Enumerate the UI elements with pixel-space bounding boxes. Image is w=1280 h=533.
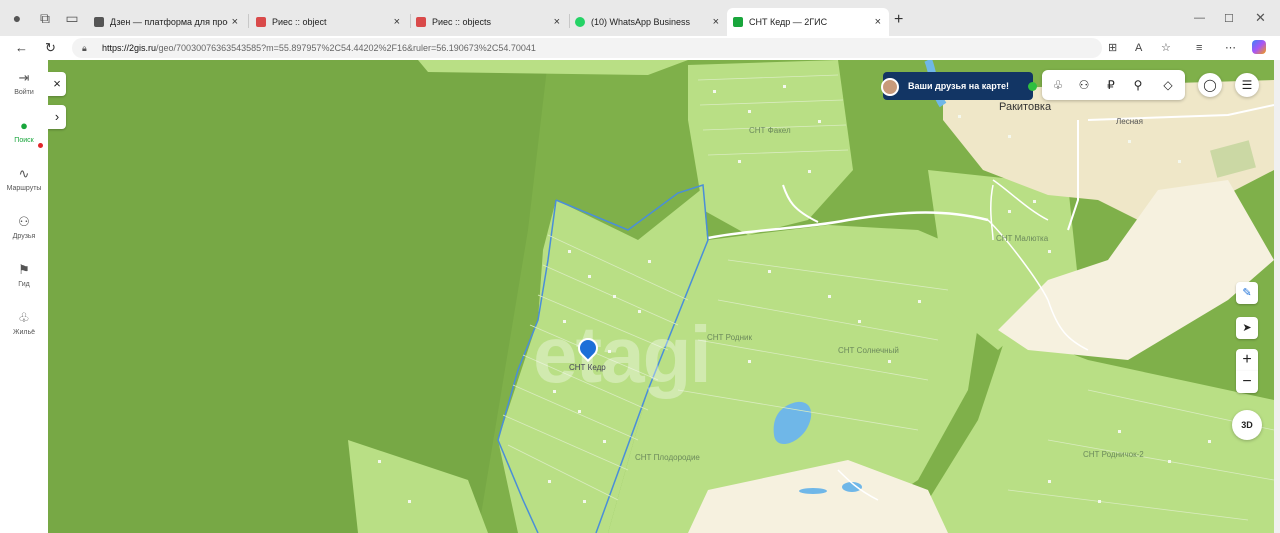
lock-icon: 🔒︎ [82, 43, 87, 53]
label-snt-fakel: СНТ Факел [749, 126, 791, 135]
login-icon: ⇥ [18, 70, 30, 85]
sidebar-item-label: Друзья [12, 233, 36, 240]
housing-tree-icon: ♧ [18, 310, 30, 325]
label-snt-rodnik: СНТ Родник [707, 333, 752, 342]
tab-title: Дзен — платформа для просмо [110, 17, 228, 27]
tab-0[interactable]: Дзен — платформа для просмо × [88, 8, 246, 36]
zoom-out-button[interactable]: − [1236, 371, 1258, 393]
tab-title: Риес :: object [272, 17, 327, 27]
routes-icon: ∿ [18, 166, 30, 181]
notification-dot [38, 143, 43, 148]
maximize-icon[interactable]: ☐ [1224, 12, 1234, 25]
friends-banner-text: Ваши друзья на карте! [908, 81, 1010, 91]
tree-icon[interactable]: ♧ [1048, 76, 1068, 94]
tab-4-active[interactable]: СНТ Кедр — 2ГИС × [727, 8, 889, 36]
url-field[interactable]: 🔒︎ https://2gis.ru/geo/70030076363543585… [72, 38, 1102, 58]
friends-banner[interactable]: Ваши друзья на карте! [881, 72, 1037, 100]
etagi-watermark: etagi [533, 310, 712, 399]
tab-favicon-icon [575, 17, 585, 27]
tab-close-icon[interactable]: × [713, 16, 719, 28]
friends-icon: ⚇ [18, 214, 30, 229]
label-snt-plodorodie: СНТ Плодородие [635, 453, 700, 462]
sidebar-item-guide[interactable]: ⚑ Гид [0, 262, 48, 288]
layers-icon[interactable]: ◇ [1158, 76, 1178, 94]
label-snt-solnechny: СНТ Солнечный [838, 346, 899, 355]
scrollbar[interactable] [1274, 60, 1280, 533]
app-available-icon[interactable]: ⊞ [1108, 40, 1117, 56]
tab-close-icon[interactable]: × [554, 16, 560, 28]
label-lesnaya: Лесная [1116, 117, 1143, 126]
reload-icon[interactable]: ↻ [45, 40, 56, 56]
map-canvas[interactable]: etagi Ракитовка Лесная СНТ Факел СНТ Мал… [48, 60, 1274, 533]
tab-title: (10) WhatsApp Business [591, 17, 691, 27]
window-close-icon[interactable]: ✕ [1255, 10, 1266, 26]
favorites-list-icon[interactable]: ≡ [1196, 40, 1202, 56]
tab-favicon-icon [256, 17, 266, 27]
view-3d-button[interactable]: 3D [1232, 410, 1262, 440]
profile-icon[interactable]: ● [8, 9, 26, 27]
tab-separator [248, 14, 249, 28]
ruble-icon[interactable]: ₽ [1101, 76, 1121, 94]
url-path: /geo/70030076363543585?m=55.897957%2C54.… [156, 43, 536, 53]
expand-panel-button[interactable]: › [48, 105, 66, 129]
my-location-button[interactable]: ➤ [1236, 317, 1258, 339]
avatar [881, 78, 899, 96]
workspaces-icon[interactable]: ⧉ [36, 9, 54, 27]
copilot-icon[interactable] [1252, 40, 1266, 54]
forest-dark-patch [48, 60, 548, 533]
tab-title: СНТ Кедр — 2ГИС [749, 17, 828, 27]
new-tab-button[interactable]: + [894, 12, 903, 28]
sidebar-item-label: Маршруты [6, 185, 42, 192]
read-aloud-icon[interactable]: A [1135, 40, 1142, 56]
label-snt-malyutka: СНТ Малютка [996, 234, 1049, 243]
address-bar: ← ↻ 🔒︎ https://2gis.ru/geo/7003007636354… [0, 36, 1280, 61]
tab-favicon-icon [94, 17, 104, 27]
url-domain: https://2gis.ru [102, 43, 157, 53]
ruler-button[interactable]: ✎ [1236, 282, 1258, 304]
map-tools-panel: ♧ ⚇ ₽ ⚲ ◇ [1042, 70, 1185, 100]
tab-favicon-icon [733, 17, 743, 27]
zoom-in-button[interactable]: + [1236, 349, 1258, 371]
sidebar-item-search[interactable]: ● Поиск [0, 118, 48, 144]
tab-close-icon[interactable]: × [875, 16, 881, 28]
label-snt-rodnichok: СНТ Родничок-2 [1083, 450, 1144, 459]
tab-3[interactable]: (10) WhatsApp Business × [569, 8, 727, 36]
back-icon[interactable]: ← [15, 40, 28, 56]
sidebar-item-friends[interactable]: ⚇ Друзья [0, 214, 48, 240]
sidebar-item-label: Войти [14, 89, 34, 96]
status-dot [1028, 82, 1037, 91]
search-tree-icon: ● [20, 118, 28, 133]
tab-close-icon[interactable]: × [394, 16, 400, 28]
sidebar-item-label: Гид [18, 281, 30, 288]
label-snt-kedr: СНТ Кедр [569, 363, 606, 372]
tab-actions-icon[interactable]: ▭ [63, 9, 81, 27]
hamburger-menu-icon[interactable]: ☰ [1235, 73, 1259, 97]
tab-2[interactable]: Риес :: objects × [410, 8, 568, 36]
tab-close-icon[interactable]: × [232, 16, 238, 28]
sidebar-item-routes[interactable]: ∿ Маршруты [0, 166, 48, 192]
label-rakitovka: Ракитовка [999, 101, 1052, 113]
map-drawing [48, 60, 1274, 533]
sidebar-item-housing[interactable]: ♧ Жильё [0, 310, 48, 336]
favorite-star-icon[interactable]: ☆ [1161, 40, 1171, 56]
directions-sign-icon[interactable]: ⚲ [1128, 76, 1148, 94]
tab-title: Риес :: objects [432, 17, 492, 27]
sidebar-item-label: Жильё [13, 329, 35, 336]
tab-favicon-icon [416, 17, 426, 27]
close-panel-button[interactable]: × [48, 72, 66, 96]
tab-1[interactable]: Риес :: object × [250, 8, 408, 36]
more-menu-icon[interactable]: ⋯ [1225, 40, 1236, 56]
flag-icon: ⚑ [18, 262, 30, 277]
sidebar-item-login[interactable]: ⇥ Войти [0, 70, 48, 96]
minimize-icon[interactable]: — [1194, 12, 1205, 24]
friends-layer-icon[interactable]: ⚇ [1074, 76, 1094, 94]
left-sidebar: ⇥ Войти ● Поиск ∿ Маршруты ⚇ Друзья ⚑ Ги… [0, 60, 48, 533]
compass-ring-icon[interactable]: ◯ [1198, 73, 1222, 97]
pond-small [799, 488, 827, 494]
tab-bar: ● ⧉ ▭ Дзен — платформа для просмо × Риес… [0, 0, 1280, 36]
